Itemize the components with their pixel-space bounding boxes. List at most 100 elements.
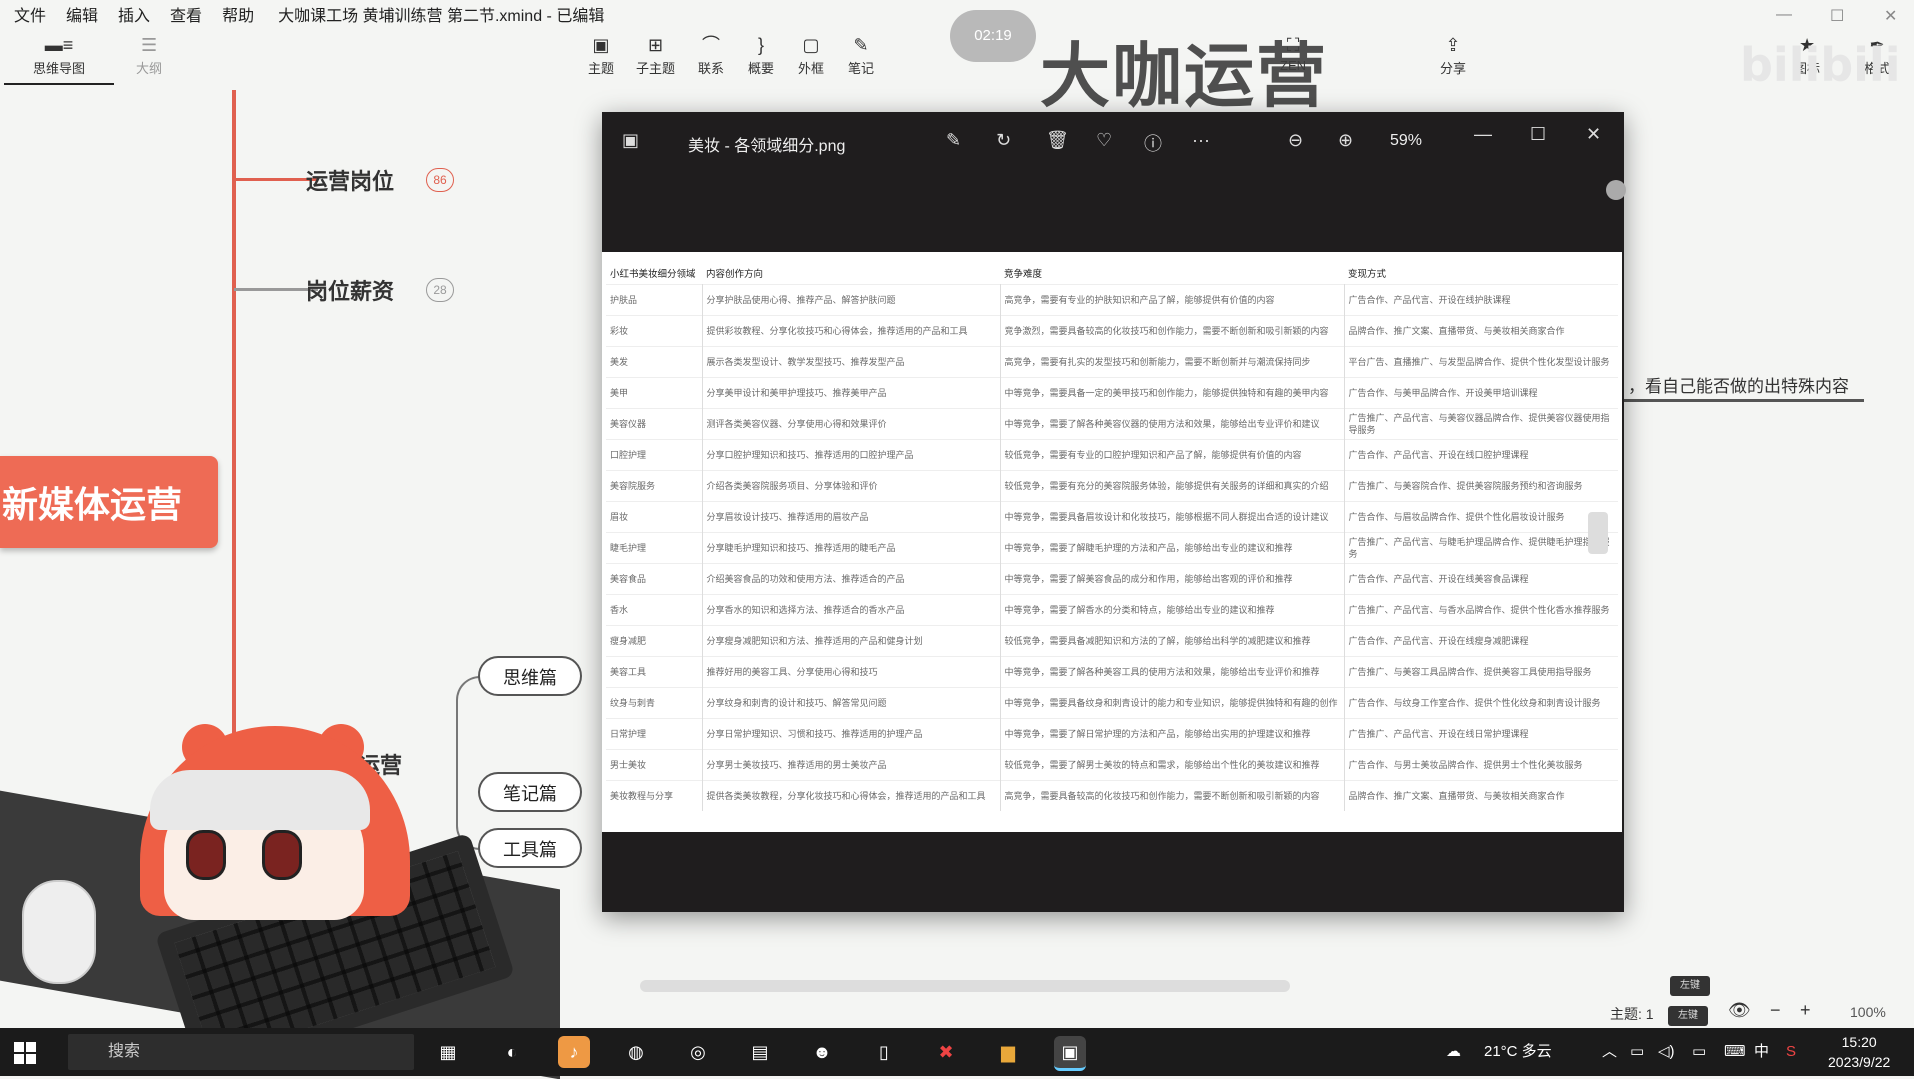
collapsed-count-badge[interactable]: 28 <box>426 278 454 302</box>
battery-icon[interactable]: ▭ <box>1692 1028 1706 1076</box>
windows-start-icon[interactable] <box>14 1042 36 1064</box>
network-icon[interactable]: ▭ <box>1630 1028 1644 1076</box>
viewer-close-icon[interactable]: ✕ <box>1586 124 1601 145</box>
close-icon[interactable]: ✕ <box>1884 6 1897 26</box>
table-cell: 中等竞争，需要具备纹身和刺青设计的能力和专业知识，能够提供独特和有趣的创作 <box>1000 687 1345 719</box>
zoom-in-icon[interactable]: ⊕ <box>1338 130 1353 151</box>
ime-indicator[interactable]: 中 <box>1754 1028 1769 1076</box>
document-title: 大咖课工场 黄埔训练营 第二节.xmind - 已编辑 <box>278 8 605 25</box>
browser-icon[interactable]: ◎ <box>682 1036 714 1068</box>
table-cell: 分享纹身和刺青的设计和技巧、解答常见问题 <box>702 687 1001 719</box>
windows-taskbar: 搜索 ▦ ◐ ♪ ◍ ◎ ▤ ☻ ▯ ✖ ▆ ▣ ☁ 21°C 多云 ︿ ▭ ◁… <box>0 1028 1914 1076</box>
topic-salary[interactable]: 岗位薪资 <box>306 274 394 306</box>
share-button[interactable]: ⇪ 分享 <box>1440 32 1466 77</box>
note-label: 笔记 <box>848 61 875 76</box>
info-icon[interactable]: ⓘ <box>1144 130 1162 156</box>
eye-icon[interactable]: 👁 <box>1728 1000 1751 1021</box>
table-cell: 中等竞争，需要具备一定的美甲技巧和创作能力，能够提供独特和有趣的美甲内容 <box>1000 377 1345 409</box>
note-button[interactable]: ✎ 笔记 <box>848 32 874 77</box>
volume-icon[interactable]: ◁) <box>1658 1028 1675 1076</box>
note-icon: ✎ <box>853 35 869 55</box>
menu-help[interactable]: 帮助 <box>222 2 254 26</box>
app-icon[interactable]: ◍ <box>620 1036 652 1068</box>
summary-button[interactable]: } 概要 <box>748 32 774 77</box>
table-cell: 广告推广、与美容院合作、提供美容院服务预约和咨询服务 <box>1344 470 1618 502</box>
notes-app-icon[interactable]: ▤ <box>744 1036 776 1068</box>
topic-operations-role[interactable]: 运营岗位 <box>306 164 394 196</box>
more-icon[interactable]: ··· <box>1192 130 1210 151</box>
canvas-zoom[interactable]: 100% <box>1850 1004 1886 1020</box>
topic-text-partial[interactable]: ，看自己能否做的出特殊内容 <box>1628 372 1849 397</box>
menu-edit[interactable]: 编辑 <box>66 2 98 26</box>
collapsed-count-badge[interactable]: 86 <box>426 168 454 192</box>
file-explorer-icon[interactable]: ▆ <box>992 1036 1024 1068</box>
zoom-minus-icon[interactable]: − <box>1770 1000 1781 1021</box>
viewer-scrollbar-thumb[interactable] <box>1588 512 1608 554</box>
table-cell: 分享男士美妆技巧、推荐适用的男士美妆产品 <box>702 749 1001 781</box>
table-cell: 分享美甲设计和美甲护理技巧、推荐美甲产品 <box>702 377 1001 409</box>
viewer-title: 美妆 - 各领域细分.png <box>688 138 846 155</box>
image-content: 小红书美妆细分领域 内容创作方向 竞争难度 变现方式 护肤品 分享护肤品使用心得、… <box>602 252 1622 832</box>
boundary-button[interactable]: ▢ 外框 <box>798 32 824 77</box>
subtopic-connector <box>456 676 482 850</box>
table-cell: 较低竞争，需要有充分的美容院服务体验，能够提供有关服务的详细和真实的介绍 <box>1000 470 1345 502</box>
viewer-maximize-icon[interactable]: ☐ <box>1530 124 1546 145</box>
tray-chevron-icon[interactable]: ︿ <box>1602 1028 1617 1076</box>
table-cell: 广告合作、与美甲品牌合作、开设美甲培训课程 <box>1344 377 1618 409</box>
table-cell: 美甲 <box>606 377 703 409</box>
topic-button[interactable]: ▣ 主题 <box>588 32 614 77</box>
table-cell: 介绍各类美容院服务项目、分享体验和评价 <box>702 470 1001 502</box>
tab-mindmap[interactable]: ▬≡ 思维导图 <box>4 32 114 85</box>
root-topic[interactable]: 新媒体运营 <box>0 456 218 548</box>
tab-outline[interactable]: ☰ 大纲 <box>136 32 162 77</box>
table-header-row: 小红书美妆细分领域 内容创作方向 竞争难度 变现方式 <box>606 252 1618 285</box>
table-cell: 美容食品 <box>606 563 703 595</box>
subtopic-tools[interactable]: 工具篇 <box>478 828 582 868</box>
taskbar-clock[interactable]: 15:20 2023/9/22 <box>1828 1032 1890 1072</box>
phone-app-icon[interactable]: ▯ <box>868 1036 900 1068</box>
subtopic-thinking[interactable]: 思维篇 <box>478 656 582 696</box>
weather-text[interactable]: 21°C 多云 <box>1484 1028 1552 1076</box>
zoom-out-icon[interactable]: ⊖ <box>1288 130 1303 151</box>
column-header: 变现方式 <box>1348 269 1387 280</box>
music-app-icon[interactable]: ♪ <box>558 1036 590 1068</box>
taskbar-search[interactable]: 搜索 <box>68 1034 414 1070</box>
mindmap-icon: ▬≡ <box>44 35 74 55</box>
brand-logo: 大咖运营 <box>1040 35 1328 117</box>
share-label: 分享 <box>1440 61 1467 76</box>
delete-icon[interactable]: 🗑 <box>1046 130 1069 151</box>
sogou-ime-icon[interactable]: S <box>1786 1028 1796 1076</box>
table-cell: 平台广告、直播推广、与发型品牌合作、提供个性化发型设计服务 <box>1344 346 1618 378</box>
menu-file[interactable]: 文件 <box>14 2 46 26</box>
horizontal-scrollbar[interactable] <box>640 980 1290 992</box>
photos-app-icon[interactable]: ▣ <box>1054 1036 1086 1071</box>
table-cell: 较低竞争，需要了解男士美妆的特点和需求，能够给出个性化的美妆建议和推荐 <box>1000 749 1345 781</box>
table-row: 护肤品 分享护肤品使用心得、推荐产品、解答护肤问题 高竞争，需要有专业的护肤知识和产… <box>606 284 1618 316</box>
weather-icon[interactable]: ☁ <box>1446 1028 1461 1076</box>
viewer-titlebar: ▣ 美妆 - 各领域细分.png ✎ ↻ 🗑 ♡ ⓘ ··· ⊖ ⊕ 59% —… <box>602 112 1624 172</box>
search-label: 搜索 <box>108 1043 141 1060</box>
menu-insert[interactable]: 插入 <box>118 2 150 26</box>
zoom-plus-icon[interactable]: + <box>1800 1000 1811 1021</box>
edit-image-icon[interactable]: ✎ <box>946 130 961 151</box>
table-cell: 中等竞争，需要了解日常护理的方法和产品，能够给出实用的护理建议和推荐 <box>1000 718 1345 750</box>
maximize-icon[interactable]: ☐ <box>1830 6 1844 26</box>
key-indicator: 左键 <box>1668 1006 1708 1026</box>
chat-app-icon[interactable]: ☻ <box>806 1036 838 1068</box>
subtopic-button[interactable]: ⊞ 子主题 <box>636 32 675 77</box>
subtopic-notes[interactable]: 笔记篇 <box>478 772 582 812</box>
boundary-icon: ▢ <box>802 35 820 55</box>
media-app-icon[interactable]: ◐ <box>496 1036 528 1068</box>
table-cell: 美妆教程与分享 <box>606 780 703 811</box>
keyboard-icon[interactable]: ⌨ <box>1724 1028 1746 1076</box>
xmind-app-icon[interactable]: ✖ <box>930 1036 962 1068</box>
relation-button[interactable]: ⌒ 联系 <box>698 32 724 77</box>
rotate-icon[interactable]: ↻ <box>996 130 1011 151</box>
taskview-icon[interactable]: ▦ <box>432 1036 464 1068</box>
table-cell: 护肤品 <box>606 284 703 316</box>
favorite-heart-icon[interactable]: ♡ <box>1096 130 1112 151</box>
table-cell: 广告推广、产品代言、与香水品牌合作、提供个性化香水推荐服务 <box>1344 594 1618 626</box>
viewer-minimize-icon[interactable]: — <box>1474 124 1492 145</box>
menu-view[interactable]: 查看 <box>170 2 202 26</box>
minimize-icon[interactable]: — <box>1776 6 1792 24</box>
